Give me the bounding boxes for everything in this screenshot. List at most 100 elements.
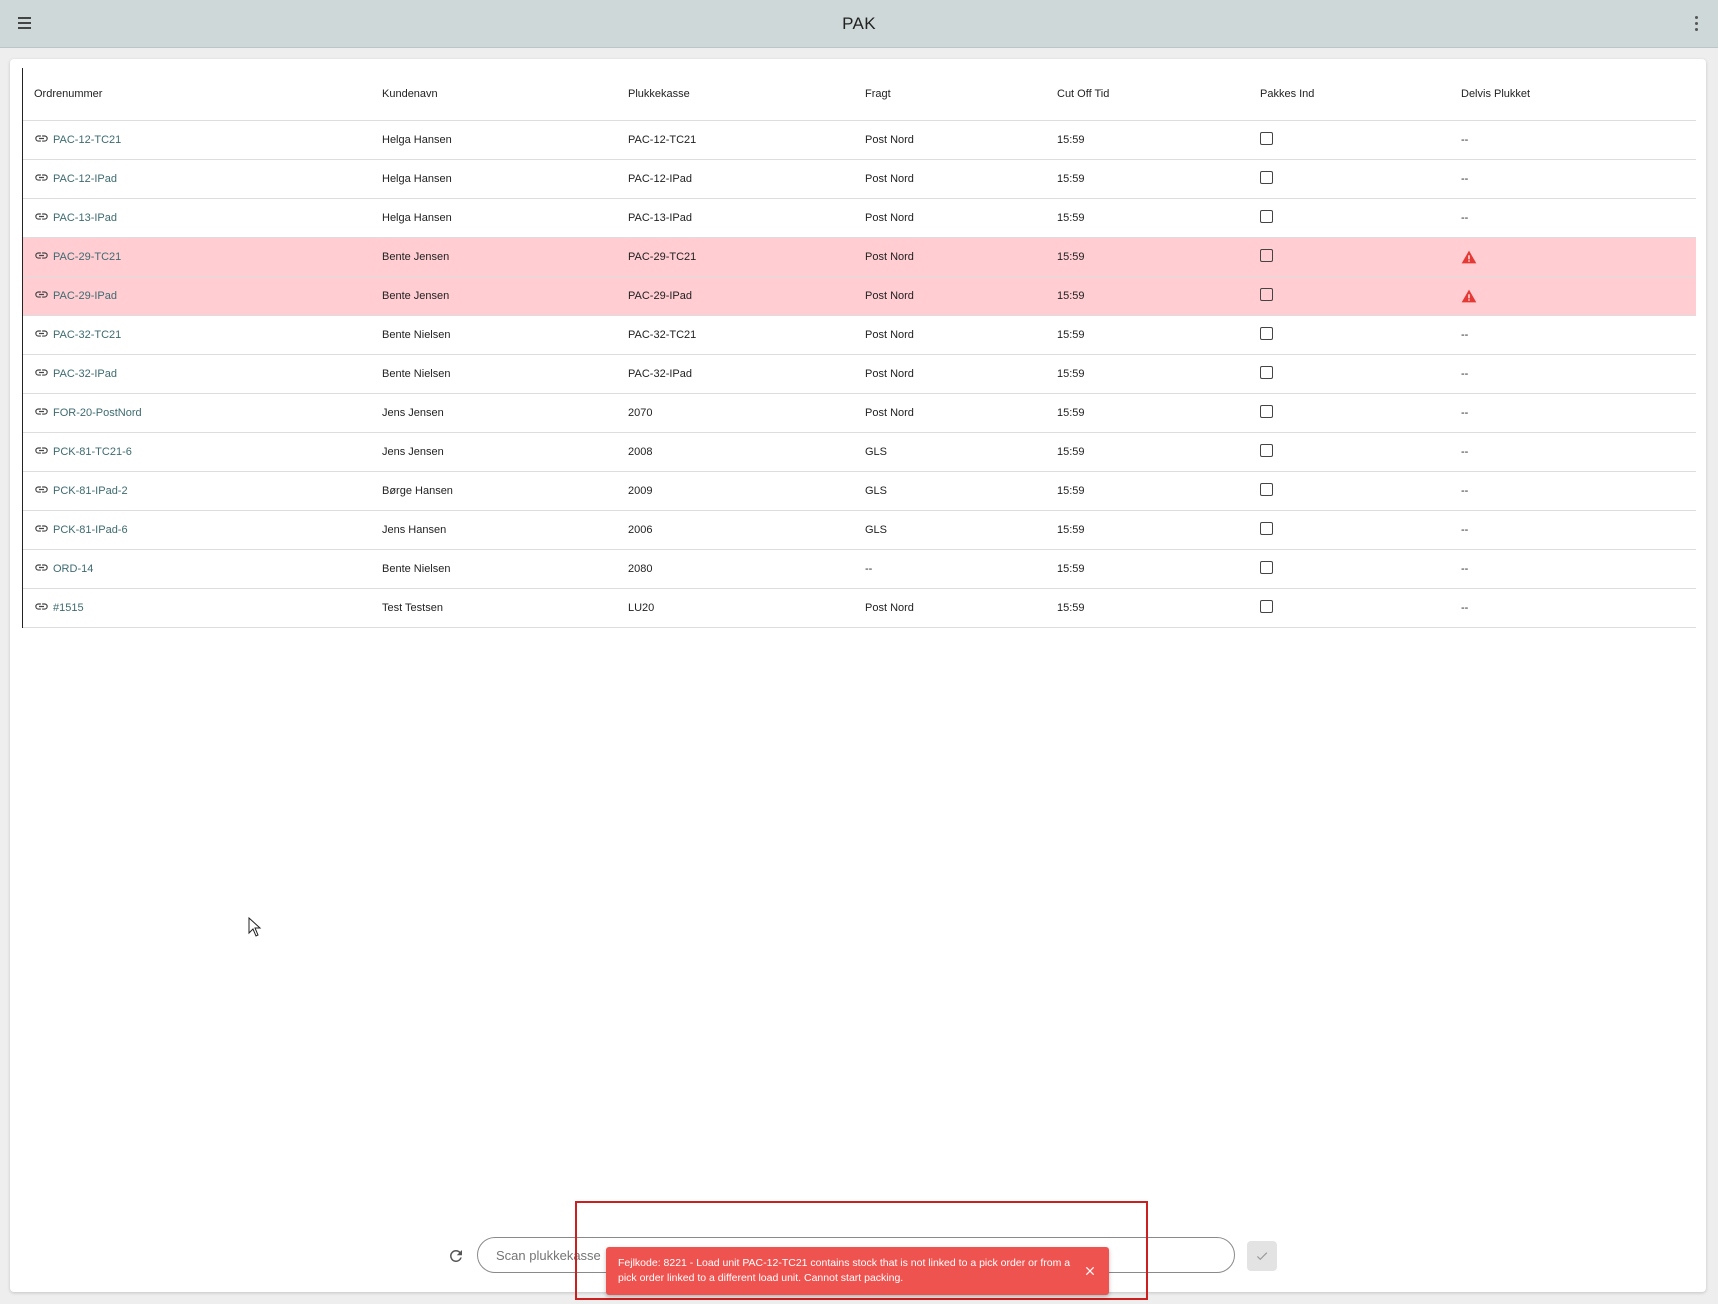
packed-cell [1249,510,1450,550]
customer-name-cell: Bente Nielsen [371,354,617,394]
order-link[interactable]: #1515 [34,599,371,617]
more-options-icon[interactable] [1692,13,1700,33]
freight-cell: GLS [854,471,1046,511]
table-row[interactable]: ORD-14 Bente Nielsen 2080 -- 15:59 -- [23,549,1696,589]
order-link[interactable]: PCK-81-IPad-6 [34,521,371,539]
packed-cell [1249,432,1450,472]
link-icon [34,404,53,422]
packed-checkbox[interactable] [1260,483,1273,496]
table-row[interactable]: PAC-32-IPad Bente Nielsen PAC-32-IPad Post … [23,354,1696,394]
order-link[interactable]: PAC-12-IPad [34,170,371,188]
freight-cell: Post Nord [854,198,1046,238]
packed-checkbox[interactable] [1260,444,1273,457]
order-number: #1515 [53,602,84,614]
order-number-cell: #1515 [23,588,371,628]
pick-box-cell: PAC-12-TC21 [617,120,854,160]
order-number: PAC-29-TC21 [53,251,122,263]
order-link[interactable]: PAC-13-IPad [34,209,371,227]
order-link[interactable]: PCK-81-TC21-6 [34,443,371,461]
order-link[interactable]: PAC-32-TC21 [34,326,371,344]
table-row[interactable]: PAC-29-TC21 Bente Jensen PAC-29-TC21 Post N… [23,237,1696,277]
table-row[interactable]: PCK-81-IPad-6 Jens Hansen 2006 GLS 15:59 -- [23,510,1696,550]
partial-picked-value: -- [1461,563,1469,575]
packed-checkbox[interactable] [1260,288,1273,301]
link-icon [34,443,53,461]
customer-name-cell: Bente Jensen [371,237,617,277]
column-header-pakkes-ind[interactable]: Pakkes Ind [1249,68,1450,121]
link-icon [34,326,53,344]
partial-picked-value: -- [1461,368,1469,380]
packed-checkbox[interactable] [1260,405,1273,418]
packed-checkbox[interactable] [1260,132,1273,145]
order-link[interactable]: PAC-29-IPad [34,287,371,305]
column-header-kundenavn[interactable]: Kundenavn [371,68,617,121]
partial-picked-value: -- [1461,602,1469,614]
pick-box-cell: PAC-12-IPad [617,159,854,199]
orders-table-wrapper: Ordrenummer Kundenavn Plukkekasse Fragt … [22,68,1696,628]
cutoff-time-cell: 15:59 [1046,198,1249,238]
column-header-cut-off-tid[interactable]: Cut Off Tid [1046,68,1249,121]
pick-box-cell: PAC-29-TC21 [617,237,854,277]
partial-picked-value: -- [1461,485,1469,497]
table-row[interactable]: FOR-20-PostNord Jens Jensen 2070 Post Nord 1… [23,393,1696,433]
order-link[interactable]: ORD-14 [34,560,371,578]
partial-picked-value: -- [1461,446,1469,458]
column-header-fragt[interactable]: Fragt [854,68,1046,121]
menu-icon[interactable] [18,14,34,32]
table-row[interactable]: PAC-32-TC21 Bente Nielsen PAC-32-TC21 Post … [23,315,1696,355]
table-row[interactable]: PAC-12-IPad Helga Hansen PAC-12-IPad Post N… [23,159,1696,199]
order-link[interactable]: PAC-12-TC21 [34,131,371,149]
packed-checkbox[interactable] [1260,561,1273,574]
customer-name-cell: Test Testsen [371,588,617,628]
partial-picked-cell: -- [1450,588,1696,628]
error-message: Fejlkode: 8221 - Load unit PAC-12-TC21 c… [618,1257,1071,1284]
link-icon [34,209,53,227]
packed-cell [1249,159,1450,199]
packed-checkbox[interactable] [1260,210,1273,223]
packed-cell [1249,393,1450,433]
pick-box-cell: 2070 [617,393,854,433]
table-row[interactable]: PAC-29-IPad Bente Jensen PAC-29-IPad Post N… [23,276,1696,316]
partial-picked-value: -- [1461,329,1469,341]
customer-name-cell: Bente Nielsen [371,315,617,355]
confirm-button[interactable] [1247,1241,1277,1271]
packed-checkbox[interactable] [1260,327,1273,340]
table-row[interactable]: PCK-81-TC21-6 Jens Jensen 2008 GLS 15:59 -- [23,432,1696,472]
column-header-delvis-plukket[interactable]: Delvis Plukket [1450,68,1696,121]
table-row[interactable]: PAC-13-IPad Helga Hansen PAC-13-IPad Post N… [23,198,1696,238]
table-row[interactable]: #1515 Test Testsen LU20 Post Nord 15:59 -- [23,588,1696,628]
order-link[interactable]: PAC-32-IPad [34,365,371,383]
refresh-icon[interactable] [447,1247,465,1265]
packed-checkbox[interactable] [1260,366,1273,379]
partial-picked-value: -- [1461,524,1469,536]
partial-picked-value: -- [1461,134,1469,146]
table-row[interactable]: PAC-12-TC21 Helga Hansen PAC-12-TC21 Post N… [23,120,1696,160]
orders-table: Ordrenummer Kundenavn Plukkekasse Fragt … [23,68,1696,628]
packed-checkbox[interactable] [1260,600,1273,613]
order-link[interactable]: PAC-29-TC21 [34,248,371,266]
column-header-plukkekasse[interactable]: Plukkekasse [617,68,854,121]
packed-checkbox[interactable] [1260,522,1273,535]
freight-cell: GLS [854,432,1046,472]
partial-picked-cell: -- [1450,510,1696,550]
page-title: PAK [842,13,876,33]
order-number: PAC-32-IPad [53,368,117,380]
partial-picked-cell: -- [1450,198,1696,238]
pick-box-cell: PAC-32-IPad [617,354,854,394]
order-number-cell: FOR-20-PostNord [23,393,371,433]
cutoff-time-cell: 15:59 [1046,159,1249,199]
order-link[interactable]: FOR-20-PostNord [34,404,371,422]
packed-checkbox[interactable] [1260,249,1273,262]
customer-name-cell: Jens Hansen [371,510,617,550]
packed-checkbox[interactable] [1260,171,1273,184]
freight-cell: Post Nord [854,276,1046,316]
table-row[interactable]: PCK-81-IPad-2 Børge Hansen 2009 GLS 15:59 -- [23,471,1696,511]
freight-cell: Post Nord [854,393,1046,433]
column-header-ordrenummer[interactable]: Ordrenummer [23,68,371,121]
customer-name-cell: Helga Hansen [371,159,617,199]
order-link[interactable]: PCK-81-IPad-2 [34,482,371,500]
close-icon[interactable] [1083,1264,1097,1278]
packed-cell [1249,120,1450,160]
partial-picked-cell: -- [1450,393,1696,433]
app-bar: PAK [0,0,1718,48]
